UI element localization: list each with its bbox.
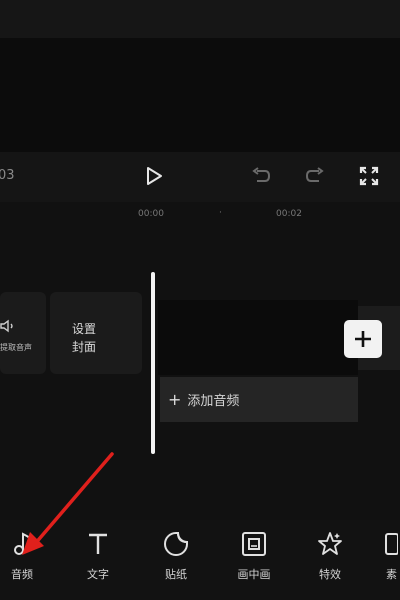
extract-audio-tile[interactable]: 提取音声 xyxy=(0,292,46,374)
tool-sticker[interactable]: 贴纸 xyxy=(150,524,202,584)
ruler-time-start: 00:00 xyxy=(138,209,164,219)
plus-icon xyxy=(355,331,371,347)
tool-effects-label: 特效 xyxy=(319,568,341,581)
set-cover-line1: 设置 xyxy=(72,322,97,336)
redo-button[interactable] xyxy=(302,163,328,189)
play-button[interactable] xyxy=(141,163,167,189)
current-time: 03 xyxy=(0,168,15,183)
add-audio-button[interactable]: + 添加音频 xyxy=(160,377,358,422)
preview-screen xyxy=(0,38,400,152)
tool-sticker-label: 贴纸 xyxy=(165,568,187,581)
add-clip-button[interactable] xyxy=(344,320,382,358)
tool-text-label: 文字 xyxy=(87,568,109,581)
tool-text[interactable]: 文字 xyxy=(72,524,124,584)
play-icon xyxy=(147,167,162,185)
fullscreen-icon xyxy=(359,166,379,186)
tool-effects[interactable]: 特效 xyxy=(304,524,356,584)
tool-pip[interactable]: 画中画 xyxy=(228,524,280,584)
picture-in-picture-icon xyxy=(242,532,266,556)
ruler-time-next: 00:02 xyxy=(276,209,302,219)
sticker-icon xyxy=(164,532,188,556)
add-audio-label: 添加音频 xyxy=(187,394,240,409)
set-cover-line2: 封面 xyxy=(72,340,97,354)
material-icon xyxy=(385,533,398,555)
playhead[interactable] xyxy=(151,272,155,454)
tool-audio-label: 音频 xyxy=(11,568,33,581)
tool-pip-label: 画中画 xyxy=(237,568,271,581)
tool-audio[interactable]: 音频 xyxy=(0,524,48,584)
text-icon xyxy=(89,533,107,554)
video-track[interactable] xyxy=(158,300,358,375)
undo-icon xyxy=(252,167,271,182)
player-controls xyxy=(0,152,400,202)
add-audio-plus-icon: + xyxy=(168,390,182,409)
set-cover-tile[interactable]: 设置 封面 xyxy=(50,292,142,374)
music-note-icon xyxy=(14,532,31,555)
undo-button[interactable] xyxy=(248,163,274,189)
tool-material-label: 素 xyxy=(386,568,397,581)
speaker-icon xyxy=(0,319,13,333)
effects-star-icon xyxy=(318,532,342,555)
redo-icon xyxy=(305,167,324,182)
extract-audio-label: 提取音声 xyxy=(0,343,32,352)
fullscreen-button[interactable] xyxy=(356,163,382,189)
ruler-dot: · xyxy=(219,208,222,218)
tool-material[interactable]: 素 xyxy=(376,524,400,584)
